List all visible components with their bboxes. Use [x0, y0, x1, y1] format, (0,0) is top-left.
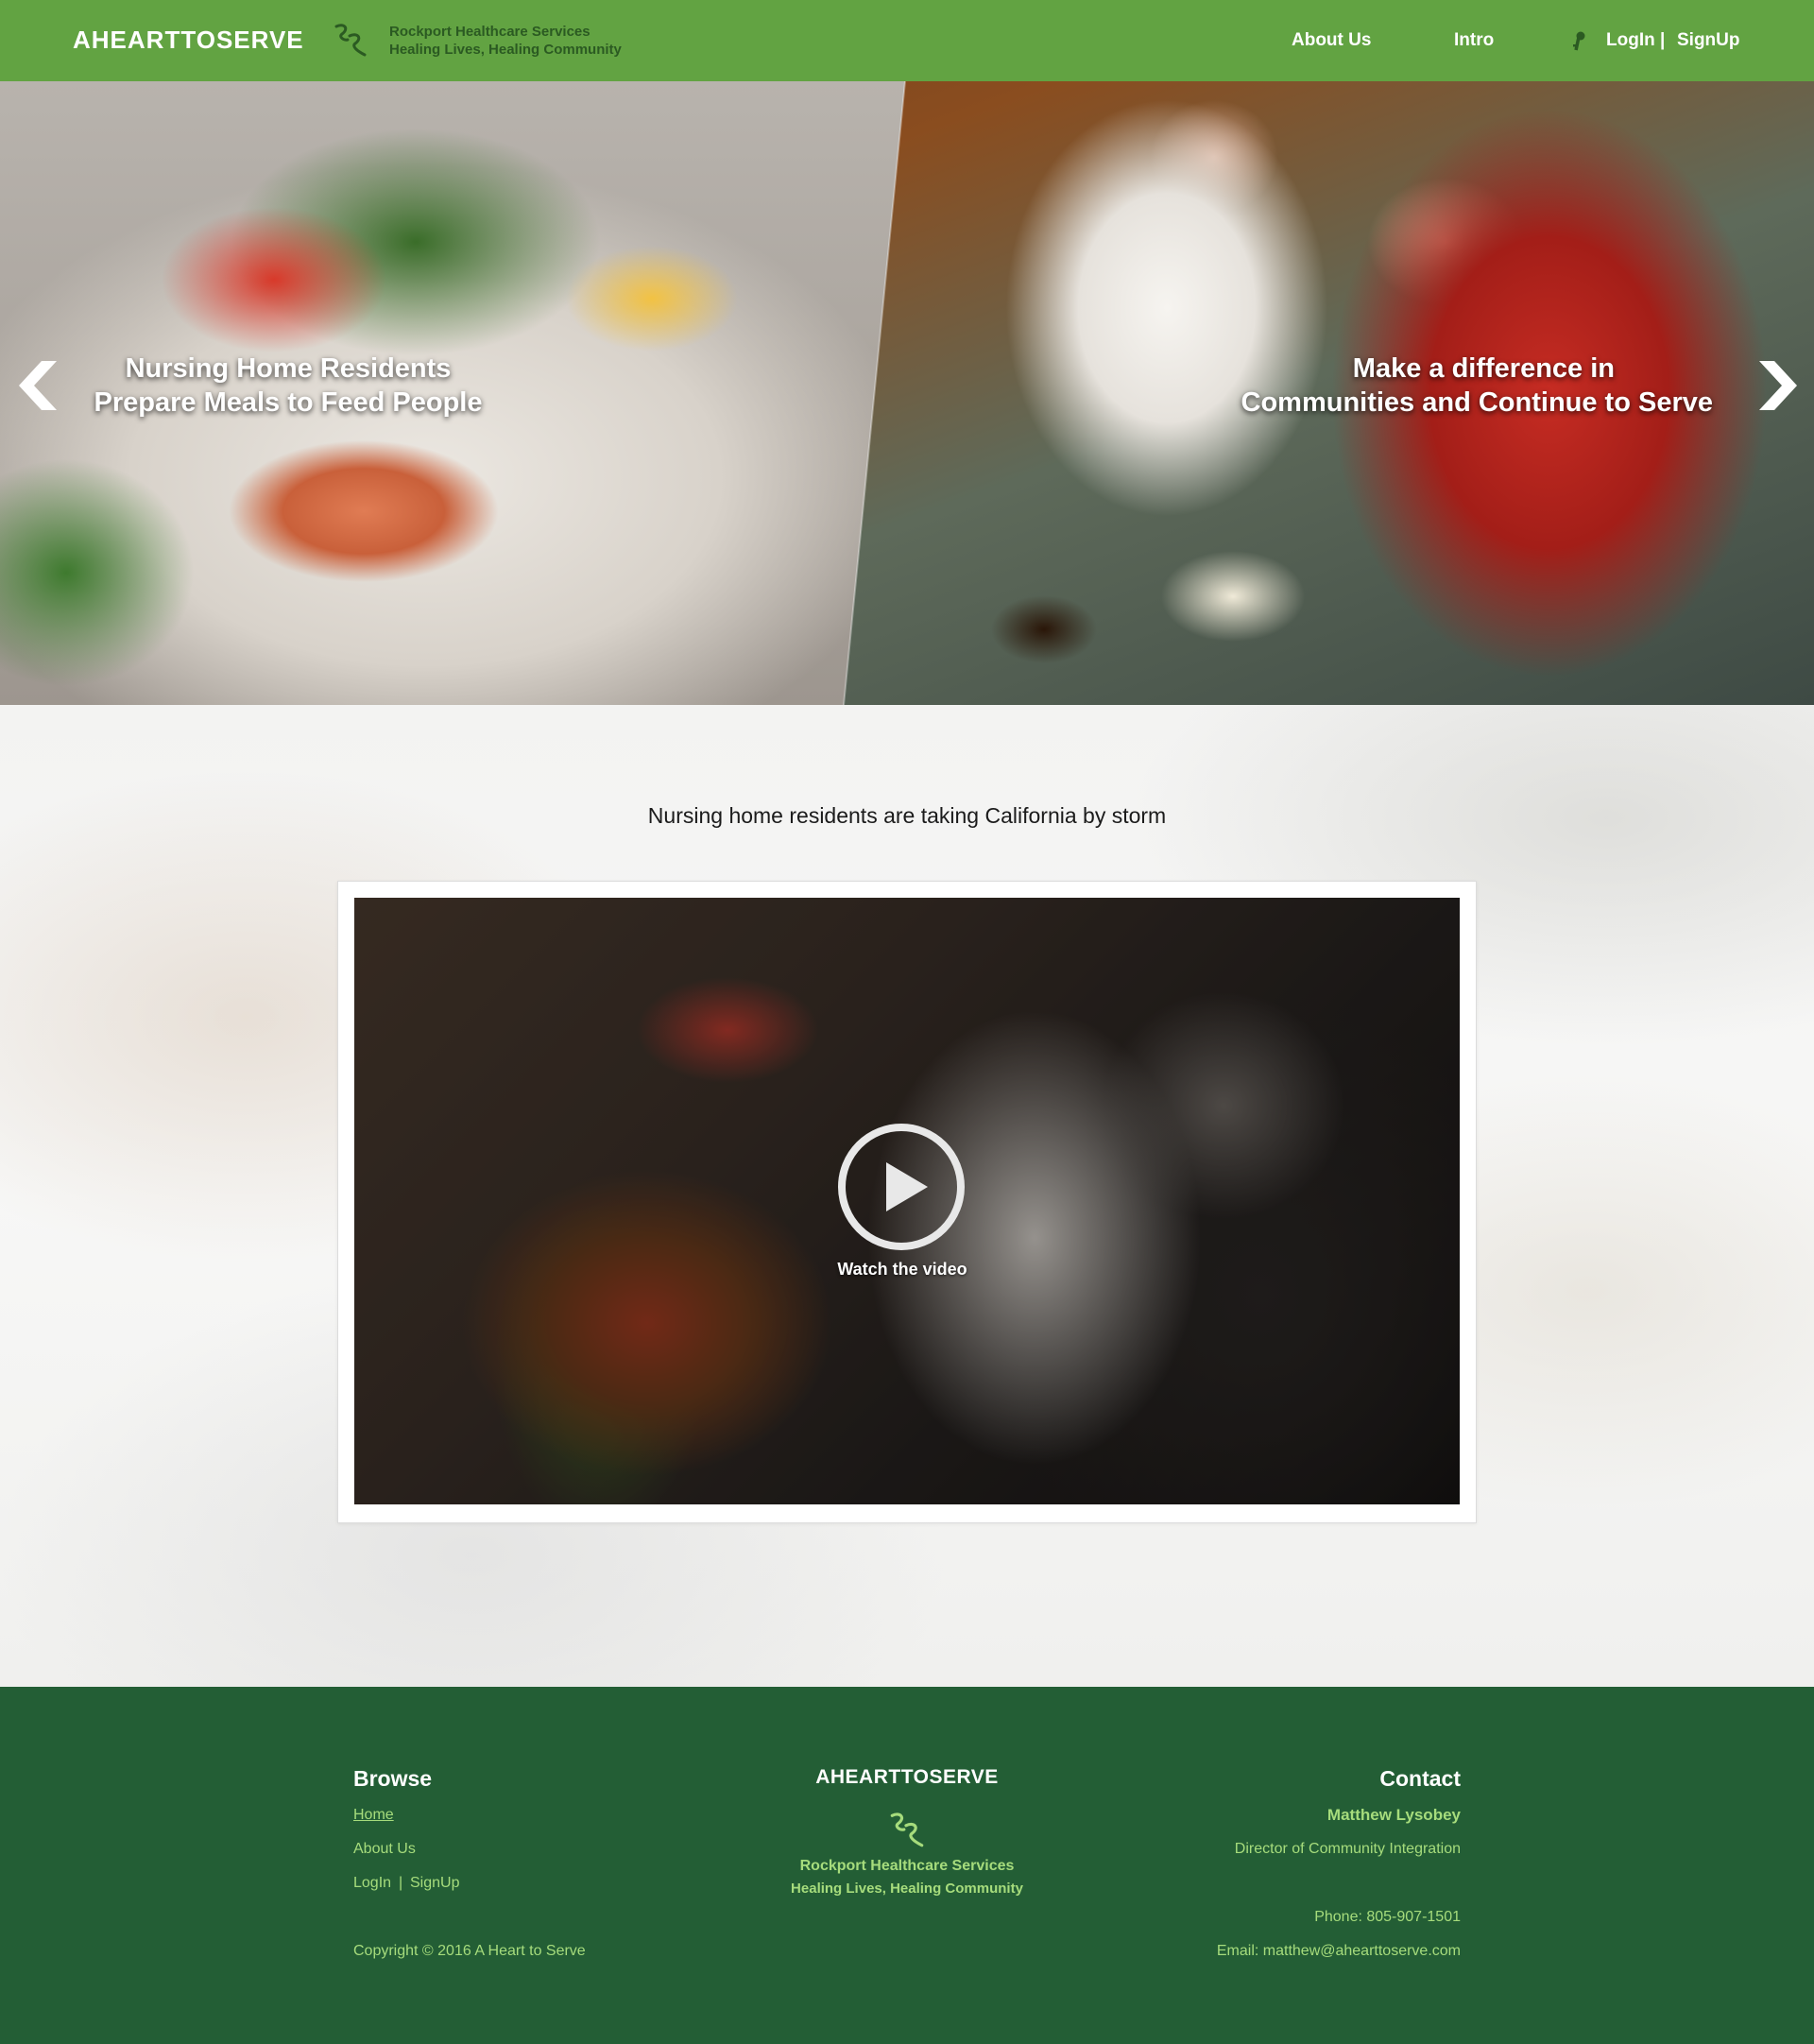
- intro-section: Nursing home residents are taking Califo…: [0, 705, 1814, 1687]
- footer-link-about[interactable]: About Us: [353, 1841, 416, 1858]
- hero-caption-right-line1: Make a difference in: [1352, 353, 1615, 384]
- org-tagline: Healing Lives, Healing Community: [389, 42, 622, 58]
- watch-video-label[interactable]: Watch the video: [761, 1260, 1044, 1280]
- rr-swirl-logo-icon: [334, 24, 367, 57]
- footer-brand-name: AHEARTTOSERVE: [815, 1766, 999, 1788]
- chevron-left-icon[interactable]: [15, 357, 62, 414]
- nav-separator: |: [1660, 30, 1666, 50]
- key-icon: [1573, 31, 1585, 51]
- site-header: AHEARTTOSERVE Rockport Healthcare Servic…: [0, 0, 1814, 81]
- hero-caption-left: Nursing Home Residents Prepare Meals to …: [57, 352, 520, 420]
- footer-contact-heading: Contact: [1379, 1766, 1461, 1791]
- video-player[interactable]: Watch the video: [354, 898, 1460, 1504]
- hero-caption-right-line2: Communities and Continue to Serve: [1241, 387, 1714, 418]
- hero-caption-right: Make a difference in Communities and Con…: [1200, 352, 1767, 420]
- org-name: Rockport Healthcare Services: [389, 24, 590, 40]
- nav-about-us[interactable]: About Us: [1292, 30, 1371, 51]
- chevron-right-icon[interactable]: [1754, 357, 1801, 414]
- rr-swirl-logo-icon: [890, 1812, 924, 1847]
- hero-caption-left-line2: Prepare Meals to Feed People: [94, 387, 483, 418]
- hero-caption-left-line1: Nursing Home Residents: [125, 353, 452, 384]
- contact-role: Director of Community Integration: [1234, 1841, 1461, 1857]
- contact-phone[interactable]: Phone: 805-907-1501: [1314, 1909, 1461, 1926]
- brand-name[interactable]: AHEARTTOSERVE: [73, 26, 304, 55]
- footer-copyright: Copyright © 2016 A Heart to Serve: [353, 1943, 586, 1959]
- footer-link-login[interactable]: LogIn: [353, 1875, 391, 1892]
- footer-org-name: Rockport Healthcare Services: [799, 1858, 1015, 1874]
- hero-carousel: Nursing Home Residents Prepare Meals to …: [0, 81, 1814, 705]
- video-frame: Watch the video: [337, 881, 1477, 1523]
- footer-link-separator: |: [399, 1875, 403, 1891]
- footer-org-tagline: Healing Lives, Healing Community: [791, 1881, 1023, 1897]
- nav-login[interactable]: LogIn: [1606, 30, 1655, 51]
- footer-link-signup[interactable]: SignUp: [410, 1875, 459, 1892]
- org-info: Rockport Healthcare Services Healing Liv…: [389, 23, 622, 59]
- footer-browse-heading: Browse: [353, 1766, 433, 1791]
- play-circle-icon[interactable]: [835, 1121, 967, 1253]
- section-tagline: Nursing home residents are taking Califo…: [647, 803, 1167, 828]
- site-footer: Browse Home About Us LogIn | SignUp Copy…: [0, 1687, 1814, 2044]
- contact-email[interactable]: Email: matthew@ahearttoserve.com: [1217, 1943, 1461, 1960]
- nav-intro[interactable]: Intro: [1454, 30, 1494, 51]
- contact-name: Matthew Lysobey: [1326, 1806, 1461, 1824]
- footer-link-home[interactable]: Home: [353, 1807, 394, 1824]
- nav-signup[interactable]: SignUp: [1677, 30, 1740, 51]
